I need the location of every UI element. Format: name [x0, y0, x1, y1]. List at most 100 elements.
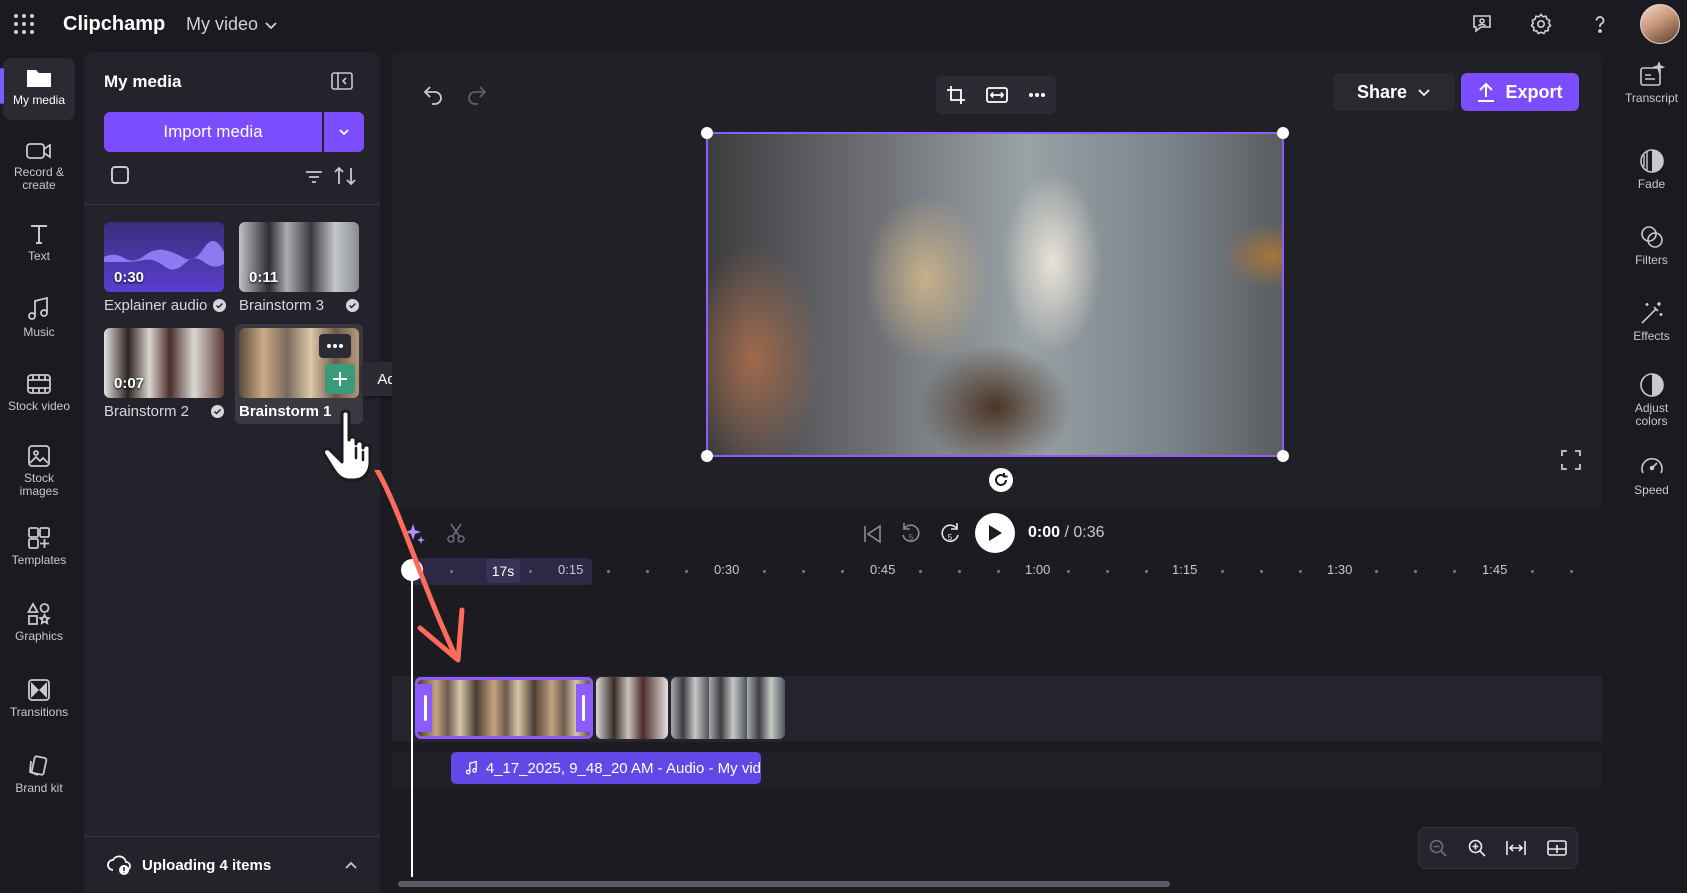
chevron-down-icon	[339, 129, 349, 136]
collapse-panel-icon[interactable]	[330, 70, 354, 92]
select-all-checkbox[interactable]	[111, 166, 129, 184]
resize-handle[interactable]	[1277, 450, 1289, 462]
user-avatar[interactable]	[1640, 4, 1680, 44]
redo-icon[interactable]	[465, 82, 489, 106]
shapes-icon	[27, 602, 51, 625]
rail-transitions[interactable]: Transitions	[3, 678, 75, 719]
trim-handle-left[interactable]	[418, 684, 432, 732]
rail-label: Speed	[1634, 483, 1669, 497]
hand-pointer-cursor-icon	[322, 409, 372, 482]
upload-status-bar[interactable]: Uploading 4 items	[84, 836, 380, 893]
fullscreen-icon[interactable]	[1560, 449, 1582, 471]
rail-templates[interactable]: Templates	[3, 526, 75, 567]
rail-record-create[interactable]: Record & create	[3, 140, 75, 192]
import-options-dropdown[interactable]	[324, 112, 364, 152]
folder-icon	[27, 70, 51, 87]
undo-icon[interactable]	[421, 82, 445, 106]
media-item-label: Brainstorm 3	[239, 297, 360, 314]
zoom-in-icon[interactable]	[1467, 838, 1487, 858]
app-launcher-icon[interactable]	[12, 12, 36, 36]
ruler-label: 1:30	[1327, 562, 1353, 577]
project-title-dropdown[interactable]: My video	[186, 14, 278, 35]
rail-filters[interactable]: Filters	[1616, 224, 1687, 267]
timeline-clip-brainstorm-2[interactable]	[596, 677, 668, 739]
timeline-ruler[interactable]: 0:15 0:30 0:45 1:00 1:15 1:30 1:45	[392, 556, 1602, 586]
rail-label: Brand kit	[15, 781, 63, 795]
media-item-brainstorm-3[interactable]: 0:11	[239, 222, 359, 292]
rail-fade[interactable]: Fade	[1616, 148, 1687, 191]
skip-to-start-icon[interactable]	[860, 522, 884, 546]
uploaded-check-icon	[346, 299, 360, 312]
crop-icon[interactable]	[946, 85, 966, 105]
zoom-controls	[1418, 827, 1578, 869]
rail-label: Templates	[11, 553, 67, 567]
rail-my-media[interactable]: My media	[0, 58, 75, 120]
forward-5-seconds-icon[interactable]: 5	[937, 520, 963, 546]
rail-label: Transcript	[1625, 91, 1678, 105]
media-duration: 0:11	[249, 269, 279, 286]
ruler-label: 0:45	[870, 562, 896, 577]
adjust-colors-icon	[1639, 373, 1664, 397]
rail-brand-kit[interactable]: Brand kit	[3, 754, 75, 795]
more-options-icon[interactable]	[1028, 92, 1046, 98]
rail-stock-video[interactable]: Stock video	[3, 372, 75, 413]
chevron-down-icon	[1418, 89, 1430, 97]
settings-gear-icon[interactable]	[1529, 12, 1553, 36]
sort-icon[interactable]	[332, 164, 358, 188]
rail-label: Text	[27, 249, 50, 263]
zoom-out-icon[interactable]	[1428, 838, 1448, 858]
timeline-audio-clip[interactable]: 4_17_2025, 9_48_20 AM - Audio - My vid	[451, 752, 761, 784]
rail-graphics[interactable]: Graphics	[3, 602, 75, 643]
feedback-icon[interactable]	[1470, 12, 1494, 36]
trim-handle-right[interactable]	[576, 684, 590, 732]
share-label: Share	[1356, 81, 1408, 102]
rail-stock-images[interactable]: Stock images	[3, 444, 75, 498]
timeline-clip-brainstorm-1[interactable]	[415, 677, 593, 739]
rail-label: Music	[23, 325, 55, 339]
timeline-clip-brainstorm-3[interactable]	[671, 677, 785, 739]
rail-label: Effects	[1633, 329, 1670, 343]
fit-timeline-icon[interactable]	[1505, 838, 1527, 858]
rail-label: Transitions	[9, 705, 69, 719]
filter-icon[interactable]	[304, 168, 324, 186]
media-item-label: Explainer audio	[104, 297, 227, 314]
rail-text[interactable]: Text	[3, 222, 75, 263]
share-button[interactable]: Share	[1333, 73, 1455, 111]
timeline-horizontal-scrollbar[interactable]	[398, 881, 1170, 887]
ruler-label: 1:15	[1172, 562, 1198, 577]
resize-handle[interactable]	[1277, 127, 1289, 139]
rail-music[interactable]: Music	[3, 296, 75, 339]
video-preview-frame[interactable]	[701, 127, 1289, 462]
media-item-explainer-audio[interactable]: 0:30	[104, 222, 224, 292]
rail-label: Filters	[1635, 253, 1668, 267]
plus-icon	[333, 372, 347, 386]
help-icon[interactable]	[1588, 12, 1612, 36]
filters-icon	[1640, 226, 1663, 248]
rail-effects[interactable]: Effects	[1616, 300, 1687, 343]
rotate-icon[interactable]	[989, 468, 1013, 492]
rail-speed[interactable]: Speed	[1616, 454, 1687, 497]
media-item-brainstorm-2[interactable]: 0:07	[104, 328, 224, 398]
rewind-5-seconds-icon[interactable]: 5	[898, 520, 924, 546]
more-options-icon[interactable]	[319, 334, 351, 358]
timeline-view-icon[interactable]	[1546, 838, 1568, 858]
resize-handle[interactable]	[701, 127, 713, 139]
play-button[interactable]	[975, 513, 1015, 553]
rail-label: Adjust colors	[1634, 401, 1669, 428]
rail-transcript[interactable]: Transcript	[1616, 62, 1687, 105]
rail-adjust-colors[interactable]: Adjust colors	[1616, 372, 1687, 428]
resize-handle[interactable]	[701, 450, 713, 462]
fit-to-frame-icon[interactable]	[986, 86, 1008, 104]
effects-wand-icon	[1640, 302, 1662, 324]
import-media-button[interactable]: Import media	[104, 112, 322, 152]
ruler-label: 1:45	[1482, 562, 1508, 577]
chevron-up-icon[interactable]	[344, 858, 358, 872]
text-icon	[31, 225, 47, 244]
upload-icon	[1478, 82, 1495, 102]
rail-label: Record & create	[13, 165, 65, 192]
rail-label: My media	[12, 93, 65, 107]
add-to-timeline-button[interactable]	[325, 364, 355, 394]
media-name: Brainstorm 2	[104, 403, 190, 420]
cloud-upload-icon	[107, 855, 131, 875]
export-button[interactable]: Export	[1461, 73, 1579, 111]
